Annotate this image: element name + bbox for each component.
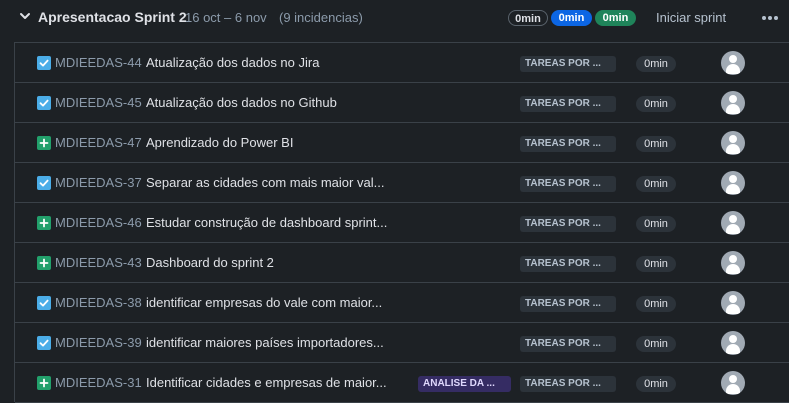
issue-key[interactable]: MDIEEDAS-47 — [55, 135, 142, 150]
user-icon-head — [729, 175, 737, 183]
user-icon-body — [726, 304, 740, 314]
user-icon-head — [729, 255, 737, 263]
issue-key[interactable]: MDIEEDAS-46 — [55, 215, 142, 230]
issue-summary[interactable]: Estudar construção de dashboard sprint..… — [146, 215, 387, 230]
issue-summary[interactable]: Aprendizado do Power BI — [146, 135, 293, 150]
estimate-badge[interactable]: 0min — [636, 176, 676, 192]
issue-key[interactable]: MDIEEDAS-44 — [55, 55, 142, 70]
sprint-name[interactable]: Apresentacao Sprint 2 — [38, 9, 187, 25]
status-dropdown[interactable]: TAREAS POR ... — [520, 256, 616, 272]
estimate-in-progress-badge: 0min — [551, 10, 592, 26]
issue-summary[interactable]: Identificar cidades e empresas de maior.… — [146, 375, 387, 390]
assignee-avatar[interactable] — [721, 51, 745, 75]
user-icon-body — [726, 184, 740, 194]
issue-row[interactable]: MDIEEDAS-44 Atualização dos dados no Jira… — [15, 43, 789, 83]
estimate-badge[interactable]: 0min — [636, 376, 676, 392]
estimate-badge[interactable]: 0min — [636, 296, 676, 312]
user-icon-body — [726, 224, 740, 234]
issue-row[interactable]: MDIEEDAS-45 Atualização dos dados no Gith… — [15, 83, 789, 123]
chevron-down-icon[interactable] — [18, 9, 32, 23]
user-icon-head — [729, 295, 737, 303]
status-dropdown[interactable]: TAREAS POR ... — [520, 56, 616, 72]
user-icon-head — [729, 135, 737, 143]
story-plus-icon — [37, 256, 51, 270]
start-sprint-button[interactable]: Iniciar sprint — [656, 10, 726, 25]
story-plus-icon — [37, 376, 51, 390]
assignee-avatar[interactable] — [721, 251, 745, 275]
status-dropdown[interactable]: TAREAS POR ... — [520, 136, 616, 152]
user-icon-head — [729, 375, 737, 383]
issue-row[interactable]: MDIEEDAS-39 identificar maiores países im… — [15, 323, 789, 363]
issue-key[interactable]: MDIEEDAS-31 — [55, 375, 142, 390]
issue-summary[interactable]: identificar maiores países importadores.… — [146, 335, 384, 350]
issue-row[interactable]: MDIEEDAS-43 Dashboard do sprint 2 TAREAS P… — [15, 243, 789, 283]
user-icon-head — [729, 335, 737, 343]
status-dropdown[interactable]: TAREAS POR ... — [520, 296, 616, 312]
user-icon-body — [726, 344, 740, 354]
task-checkbox-icon — [37, 176, 51, 190]
user-icon-head — [729, 215, 737, 223]
estimate-badge[interactable]: 0min — [636, 96, 676, 112]
assignee-avatar[interactable] — [721, 211, 745, 235]
issue-key[interactable]: MDIEEDAS-37 — [55, 175, 142, 190]
user-icon-body — [726, 264, 740, 274]
issue-list: MDIEEDAS-44 Atualização dos dados no Jira… — [14, 42, 789, 403]
user-icon-body — [726, 144, 740, 154]
issue-row[interactable]: MDIEEDAS-38 identificar empresas do vale … — [15, 283, 789, 323]
task-checkbox-icon — [37, 96, 51, 110]
status-dropdown[interactable]: TAREAS POR ... — [520, 96, 616, 112]
assignee-avatar[interactable] — [721, 91, 745, 115]
status-dropdown[interactable]: TAREAS POR ... — [520, 336, 616, 352]
user-icon-head — [729, 95, 737, 103]
estimate-badge[interactable]: 0min — [636, 256, 676, 272]
issue-row[interactable]: MDIEEDAS-46 Estudar construção de dashboa… — [15, 203, 789, 243]
more-actions-icon[interactable] — [760, 8, 780, 26]
status-dropdown[interactable]: TAREAS POR ... — [520, 176, 616, 192]
estimate-badge[interactable]: 0min — [636, 336, 676, 352]
user-icon-head — [729, 55, 737, 63]
story-plus-icon — [37, 216, 51, 230]
issue-key[interactable]: MDIEEDAS-43 — [55, 255, 142, 270]
issue-summary[interactable]: Separar as cidades com mais maior val... — [146, 175, 384, 190]
estimate-badge[interactable]: 0min — [636, 136, 676, 152]
issue-summary[interactable]: Dashboard do sprint 2 — [146, 255, 274, 270]
issue-key[interactable]: MDIEEDAS-39 — [55, 335, 142, 350]
story-plus-icon — [37, 136, 51, 150]
issue-key[interactable]: MDIEEDAS-38 — [55, 295, 142, 310]
task-checkbox-icon — [37, 336, 51, 350]
user-icon-body — [726, 384, 740, 394]
task-checkbox-icon — [37, 56, 51, 70]
assignee-avatar[interactable] — [721, 171, 745, 195]
user-icon-body — [726, 64, 740, 74]
sprint-dates: 16 oct – 6 nov — [185, 10, 267, 25]
issue-summary[interactable]: identificar empresas do vale com maior..… — [146, 295, 382, 310]
assignee-avatar[interactable] — [721, 371, 745, 395]
estimate-done-badge: 0min — [595, 10, 636, 26]
issue-count: (9 incidencias) — [279, 10, 363, 25]
epic-label[interactable]: ANALISE DA ... — [418, 376, 511, 392]
task-checkbox-icon — [37, 296, 51, 310]
issue-summary[interactable]: Atualização dos dados no Jira — [146, 55, 319, 70]
assignee-avatar[interactable] — [721, 291, 745, 315]
issue-row[interactable]: MDIEEDAS-47 Aprendizado do Power BI TAREAS… — [15, 123, 789, 163]
status-dropdown[interactable]: TAREAS POR ... — [520, 376, 616, 392]
assignee-avatar[interactable] — [721, 131, 745, 155]
issue-row[interactable]: MDIEEDAS-31 Identificar cidades e empresa… — [15, 363, 789, 403]
user-icon-body — [726, 104, 740, 114]
issue-summary[interactable]: Atualização dos dados no Github — [146, 95, 337, 110]
status-dropdown[interactable]: TAREAS POR ... — [520, 216, 616, 232]
assignee-avatar[interactable] — [721, 331, 745, 355]
issue-key[interactable]: MDIEEDAS-45 — [55, 95, 142, 110]
sprint-header: Apresentacao Sprint 2 16 oct – 6 nov (9 … — [0, 0, 789, 38]
issue-row[interactable]: MDIEEDAS-37 Separar as cidades com mais m… — [15, 163, 789, 203]
estimate-badge[interactable]: 0min — [636, 216, 676, 232]
estimate-todo-badge: 0min — [508, 10, 548, 26]
estimate-badge[interactable]: 0min — [636, 56, 676, 72]
